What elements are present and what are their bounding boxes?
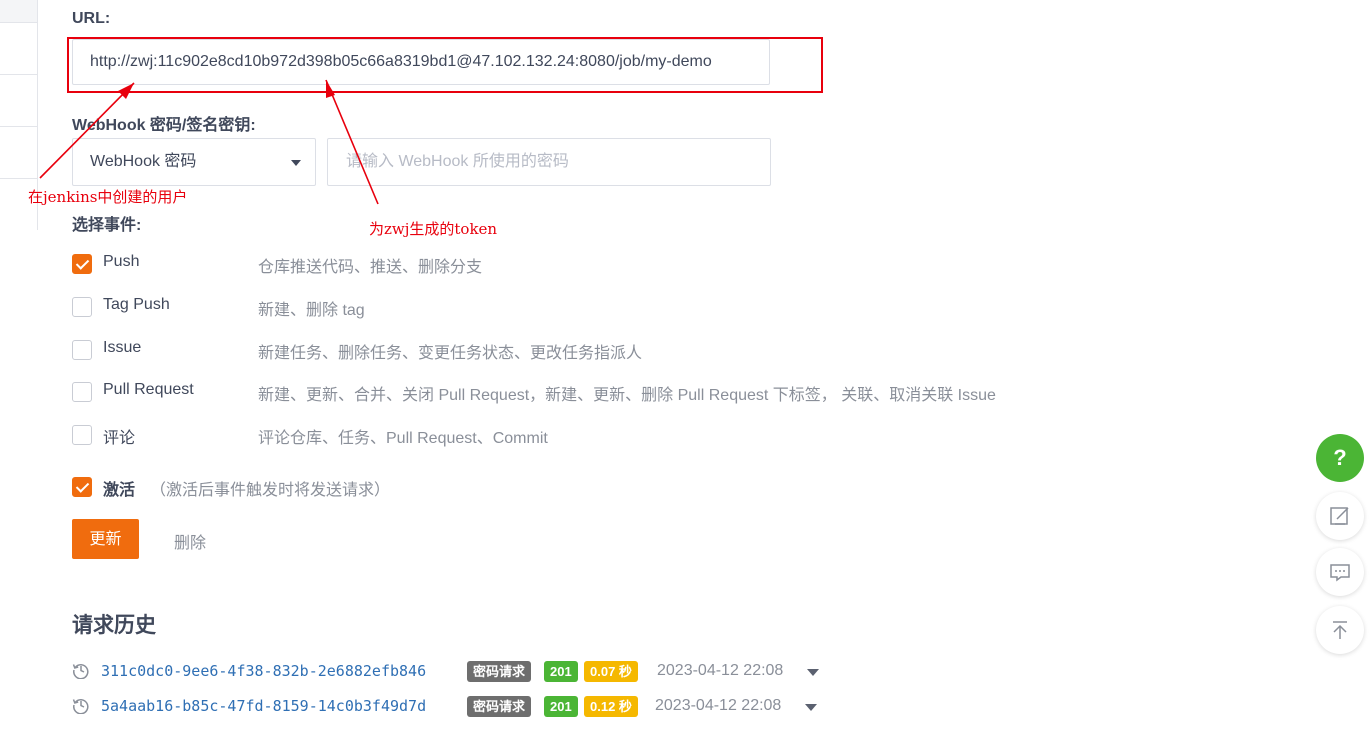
feedback-button[interactable] (1316, 492, 1364, 540)
checkbox-icon[interactable] (72, 425, 92, 445)
request-type-badge: 密码请求 (467, 696, 532, 717)
back-to-top-icon (1333, 621, 1347, 639)
history-title: 请求历史 (72, 614, 156, 637)
event-desc: 评论仓库、任务、Pull Request、Commit (258, 430, 548, 447)
event-desc: 新建任务、删除任务、变更任务状态、更改任务指派人 (258, 345, 643, 362)
activate-label: 激活 (103, 482, 136, 499)
history-time: 2023-04-12 22:08 (657, 662, 784, 679)
activate-row[interactable]: 激活 （激活后事件触发时将发送请求） (72, 477, 1072, 499)
help-icon: ? (1333, 445, 1347, 470)
help-button[interactable]: ? (1316, 434, 1364, 482)
history-id-link[interactable]: 5a4aab16-b85c-47fd-8159-14c0b3f49d7d (101, 697, 426, 715)
event-name: Issue (103, 339, 142, 356)
history-icon (72, 663, 89, 679)
event-row-issue[interactable]: Issue 新建任务、删除任务、变更任务状态、更改任务指派人 (72, 339, 1072, 362)
checkbox-checked-icon[interactable] (72, 254, 92, 274)
history-row[interactable]: 5a4aab16-b85c-47fd-8159-14c0b3f49d7d 密码请… (72, 696, 872, 720)
update-button[interactable]: 更新 (72, 519, 139, 559)
checkbox-icon[interactable] (72, 382, 92, 402)
annotation-arrow-token (325, 79, 379, 205)
checkbox-checked-icon[interactable] (72, 477, 92, 497)
event-desc: 新建、删除 tag (258, 302, 365, 319)
edit-icon (1330, 507, 1349, 525)
chevron-down-icon[interactable] (807, 669, 819, 676)
arrowhead-icon (326, 80, 335, 98)
event-row-comment[interactable]: 评论 评论仓库、任务、Pull Request、Commit (72, 425, 1072, 447)
status-badge: 201 (544, 696, 578, 717)
comment-button[interactable] (1316, 548, 1364, 596)
event-desc: 仓库推送代码、推送、删除分支 (258, 259, 483, 276)
event-row-pull-request[interactable]: Pull Request 新建、更新、合并、关闭 Pull Request，新建… (72, 381, 1072, 404)
comment-icon (1330, 564, 1350, 582)
history-time: 2023-04-12 22:08 (655, 697, 782, 714)
activate-hint: （激活后事件触发时将发送请求） (150, 482, 391, 499)
status-badge: 201 (544, 661, 578, 682)
event-name: Pull Request (103, 381, 194, 398)
back-to-top-button[interactable] (1316, 606, 1364, 654)
history-id-link[interactable]: 311c0dc0-9ee6-4f38-832b-2e6882efb846 (101, 662, 426, 680)
history-row[interactable]: 311c0dc0-9ee6-4f38-832b-2e6882efb846 密码请… (72, 661, 872, 685)
annotation-arrow-user (39, 82, 135, 179)
events-label: 选择事件: (72, 217, 142, 234)
duration-badge: 0.07 秒 (584, 661, 638, 682)
event-row-push[interactable]: Push 仓库推送代码、推送、删除分支 (72, 253, 1072, 276)
annotation-token-note: 为zwj生成的token (369, 220, 498, 238)
duration-badge: 0.12 秒 (584, 696, 638, 717)
history-icon (72, 698, 89, 714)
chevron-down-icon[interactable] (805, 704, 817, 711)
annotation-arrows (39, 79, 379, 205)
event-name: Push (103, 253, 140, 270)
event-row-tag-push[interactable]: Tag Push 新建、删除 tag (72, 296, 1072, 319)
checkbox-icon[interactable] (72, 297, 92, 317)
event-name: 评论 (103, 430, 136, 447)
delete-button[interactable]: 删除 (174, 529, 206, 553)
event-name: Tag Push (103, 296, 170, 313)
event-desc: 新建、更新、合并、关闭 Pull Request，新建、更新、删除 Pull R… (258, 387, 996, 404)
request-type-badge: 密码请求 (467, 661, 532, 682)
annotation-user-note: 在jenkins中创建的用户 (28, 188, 188, 206)
checkbox-icon[interactable] (72, 340, 92, 360)
